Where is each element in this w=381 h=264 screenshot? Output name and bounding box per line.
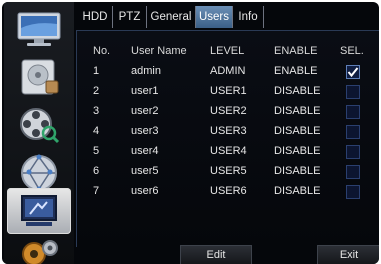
select-checkbox[interactable]	[346, 185, 360, 199]
row-enable: DISABLE	[274, 165, 321, 177]
row-level: USER1	[210, 85, 247, 97]
row-number: 3	[93, 105, 100, 117]
tab-hdd[interactable]: HDD	[78, 6, 113, 28]
row-user-name: user1	[131, 85, 159, 97]
sidebar-item-advanced[interactable]	[7, 234, 71, 264]
select-checkbox[interactable]	[346, 85, 360, 99]
row-level: USER3	[210, 125, 247, 137]
row-number: 7	[93, 185, 100, 197]
row-user-name: user2	[131, 105, 159, 117]
checkmark-icon	[347, 67, 359, 78]
system-settings-icon	[21, 195, 57, 226]
sidebar-item-display[interactable]	[7, 6, 71, 52]
row-level: USER2	[210, 105, 247, 117]
row-user-name: user6	[131, 185, 159, 197]
edit-button[interactable]: Edit	[180, 245, 252, 264]
table-row[interactable]: 5 user4 USER4 DISABLE	[77, 141, 379, 161]
row-enable: DISABLE	[274, 105, 321, 117]
table-row[interactable]: 2 user1 USER1 DISABLE	[77, 81, 379, 101]
users-panel: No. User Name LEVEL ENABLE SEL. 1 admin …	[76, 30, 379, 247]
row-level: ADMIN	[210, 65, 246, 77]
hard-disk-icon	[21, 59, 59, 95]
row-number: 1	[93, 65, 100, 77]
tab-ptz[interactable]: PTZ	[113, 6, 147, 28]
column-header-level: LEVEL	[210, 45, 245, 57]
row-enable: DISABLE	[274, 125, 321, 137]
film-reel-search-icon	[20, 108, 60, 144]
row-user-name: user3	[131, 125, 159, 137]
column-header-no: No.	[93, 45, 111, 57]
select-checkbox[interactable]	[346, 165, 360, 179]
select-checkbox[interactable]	[346, 65, 360, 79]
table-row[interactable]: 1 admin ADMIN ENABLE	[77, 61, 379, 81]
dvr-screen: HDD PTZ General Users Info No. User Name…	[2, 2, 379, 264]
column-header-sel: SEL.	[340, 45, 364, 57]
sidebar-item-playback[interactable]	[7, 102, 71, 148]
row-enable: DISABLE	[274, 185, 321, 197]
row-enable: ENABLE	[274, 65, 318, 77]
row-enable: DISABLE	[274, 85, 321, 97]
row-user-name: user5	[131, 165, 159, 177]
column-header-user-name: User Name	[131, 45, 187, 57]
gears-icon	[22, 240, 58, 264]
select-checkbox[interactable]	[346, 125, 360, 139]
tab-users[interactable]: Users	[196, 6, 233, 28]
exit-button[interactable]: Exit	[317, 245, 379, 264]
tab-bar: HDD PTZ General Users Info	[76, 6, 376, 28]
row-number: 2	[93, 85, 100, 97]
table-row[interactable]: 3 user2 USER2 DISABLE	[77, 101, 379, 121]
select-checkbox[interactable]	[346, 105, 360, 119]
sidebar	[4, 2, 74, 264]
row-enable: DISABLE	[274, 145, 321, 157]
column-header-enable: ENABLE	[274, 45, 318, 57]
row-number: 6	[93, 165, 100, 177]
row-level: USER6	[210, 185, 247, 197]
row-user-name: user4	[131, 145, 159, 157]
tab-info[interactable]: Info	[233, 6, 264, 28]
table-row[interactable]: 6 user5 USER5 DISABLE	[77, 161, 379, 181]
tab-general[interactable]: General	[147, 6, 196, 28]
table-row[interactable]: 4 user3 USER3 DISABLE	[77, 121, 379, 141]
table-header: No. User Name LEVEL ENABLE SEL.	[77, 41, 379, 61]
sidebar-item-system[interactable]	[7, 188, 71, 234]
select-checkbox[interactable]	[346, 145, 360, 159]
row-user-name: admin	[131, 65, 161, 77]
row-level: USER5	[210, 165, 247, 177]
row-number: 5	[93, 145, 100, 157]
row-level: USER4	[210, 145, 247, 157]
sidebar-item-record[interactable]	[7, 54, 71, 100]
table-row[interactable]: 7 user6 USER6 DISABLE	[77, 181, 379, 201]
row-number: 4	[93, 125, 100, 137]
monitor-icon	[17, 12, 61, 46]
